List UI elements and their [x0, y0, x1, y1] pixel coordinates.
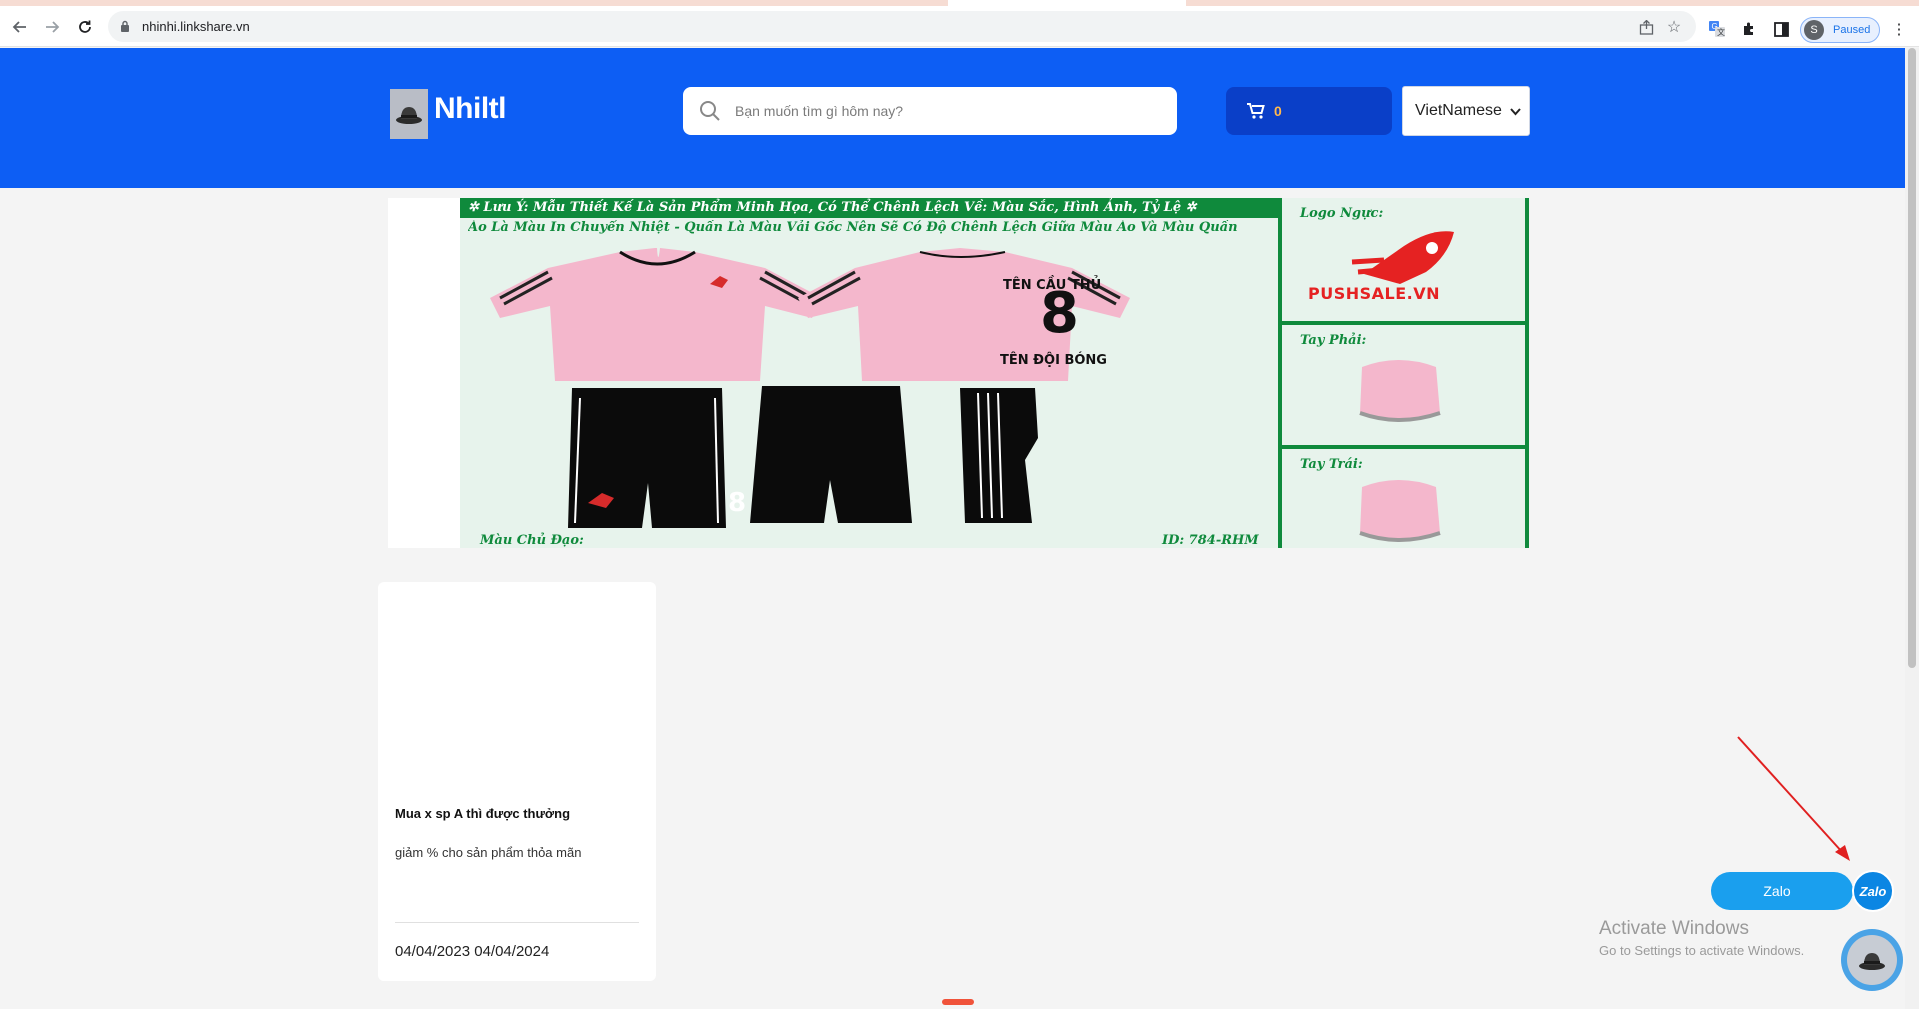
address-bar[interactable]: nhinhi.linkshare.vn ☆	[108, 11, 1696, 42]
right-sleeve-label: Tay Phải:	[1300, 333, 1367, 348]
right-sleeve-cell: Tay Phải:	[1282, 325, 1525, 449]
design-id: ID: 784-RHM	[1162, 533, 1259, 548]
chat-avatar	[1847, 935, 1897, 985]
main-color-label: Màu Chủ Đạo:	[480, 533, 584, 548]
hat-icon	[1859, 953, 1885, 970]
banner-image: ✲ Lưu Ý: Mẫu Thiết Kế Là Sản Phẩm Minh H…	[460, 198, 1529, 548]
divider	[395, 922, 639, 923]
profile-status: Paused	[1833, 24, 1871, 36]
left-sleeve-label: Tay Trái:	[1300, 457, 1363, 472]
page-scrollbar[interactable]	[1905, 48, 1919, 1009]
avatar: S	[1804, 20, 1824, 40]
promo-banner[interactable]: ✲ Lưu Ý: Mẫu Thiết Kế Là Sản Phẩm Minh H…	[388, 198, 1529, 548]
team-name-label: TÊN ĐỘI BÓNG	[1000, 353, 1107, 368]
chest-logo-label: Logo Ngực:	[1300, 206, 1384, 221]
hat-icon	[396, 107, 422, 124]
shorts-number: 8	[728, 488, 747, 518]
activation-subtitle: Go to Settings to activate Windows.	[1599, 943, 1805, 958]
browser-toolbar: nhinhi.linkshare.vn ☆ G文 S Paused ⋮	[0, 6, 1919, 47]
activation-title: Activate Windows	[1599, 918, 1749, 939]
windows-activation-watermark: Activate Windows Go to Settings to activ…	[1599, 918, 1804, 958]
star-icon[interactable]: ☆	[1664, 17, 1684, 37]
lock-icon[interactable]	[120, 20, 130, 32]
chat-widget-button[interactable]	[1841, 929, 1903, 991]
left-sleeve-cell: Tay Trái:	[1282, 449, 1525, 548]
kit-illustration	[490, 248, 1130, 528]
card-dates: 04/04/2023 04/04/2024	[395, 943, 550, 960]
kebab-menu-icon[interactable]: ⋮	[1889, 19, 1909, 39]
brand-logo-image[interactable]	[390, 89, 428, 139]
search-input[interactable]	[735, 87, 1165, 135]
search-icon[interactable]	[699, 100, 721, 122]
scrollbar-thumb[interactable]	[1908, 48, 1916, 668]
cart-count: 0	[1274, 103, 1282, 119]
zalo-icon[interactable]: Zalo	[1852, 870, 1894, 912]
carousel-indicator[interactable]	[942, 999, 974, 1005]
zalo-chat-button[interactable]: Zalo	[1711, 872, 1853, 910]
forward-icon[interactable]	[40, 15, 64, 39]
sidepanel-icon[interactable]	[1771, 19, 1791, 39]
brand-logo-text: PUSHSALE.VN	[1308, 284, 1441, 303]
site-header: Nhiltl 0 VietNamese	[0, 48, 1905, 188]
reload-icon[interactable]	[73, 15, 97, 39]
url-text[interactable]: nhinhi.linkshare.vn	[142, 19, 250, 34]
detail-panel: Logo Ngực: PUSHSALE.VN Tay Phải: Tay Trá…	[1278, 198, 1529, 548]
cart-button[interactable]: 0	[1226, 87, 1392, 135]
share-icon[interactable]	[1636, 17, 1656, 37]
sleeve-icon	[1359, 480, 1441, 542]
search-bar[interactable]	[683, 87, 1177, 135]
rocket-logo-icon	[1351, 231, 1454, 284]
back-icon[interactable]	[8, 15, 32, 39]
jersey-number: 8	[1040, 281, 1079, 346]
brand-name[interactable]: Nhiltl	[434, 92, 507, 126]
svg-text:文: 文	[1717, 27, 1725, 37]
chevron-down-icon	[1510, 104, 1521, 119]
promotion-card[interactable]: Mua x sp A thì được thưởng giảm % cho sả…	[378, 582, 656, 981]
card-title[interactable]: Mua x sp A thì được thưởng	[395, 806, 570, 821]
sleeve-icon	[1359, 360, 1441, 422]
language-value: VietNamese	[1415, 102, 1502, 119]
chest-logo-cell: Logo Ngực: PUSHSALE.VN	[1282, 198, 1525, 325]
language-select[interactable]: VietNamese	[1402, 86, 1530, 136]
extensions-icon[interactable]	[1739, 19, 1759, 39]
cart-icon	[1247, 103, 1265, 119]
translate-icon[interactable]: G文	[1707, 19, 1727, 39]
card-description: giảm % cho sản phẩm thỏa mãn	[395, 845, 582, 860]
profile-button[interactable]: S Paused	[1800, 17, 1880, 43]
